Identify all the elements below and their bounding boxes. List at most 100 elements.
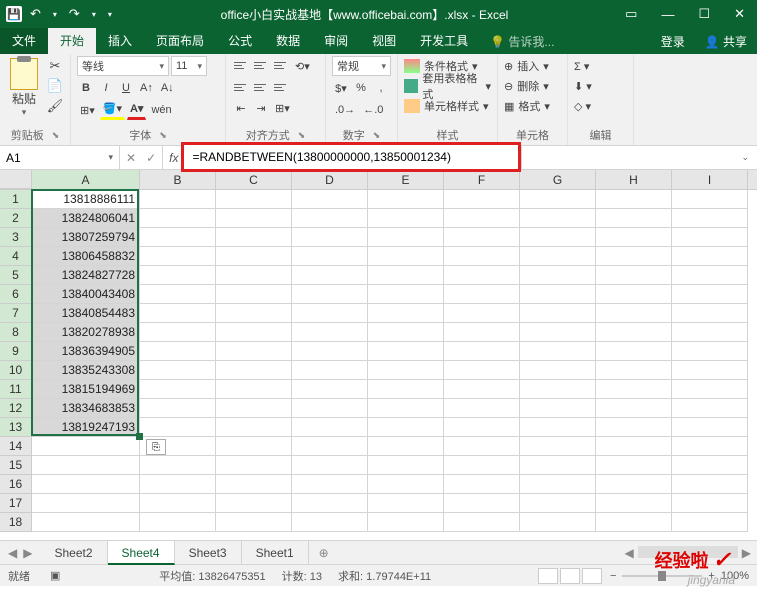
cell-I13[interactable] bbox=[672, 418, 748, 437]
cell-E5[interactable] bbox=[368, 266, 444, 285]
increase-font-button[interactable]: A↑ bbox=[137, 78, 156, 98]
cell-A7[interactable]: 13840854483 bbox=[32, 304, 140, 323]
cell-G9[interactable] bbox=[520, 342, 596, 361]
cell-E13[interactable] bbox=[368, 418, 444, 437]
redo-dropdown[interactable]: ▾ bbox=[88, 10, 100, 19]
zoom-out-button[interactable]: − bbox=[610, 570, 616, 582]
row-header-11[interactable]: 11 bbox=[0, 380, 32, 399]
cell-D11[interactable] bbox=[292, 380, 368, 399]
cell-B7[interactable] bbox=[140, 304, 216, 323]
select-all-corner[interactable] bbox=[0, 170, 32, 189]
sheet-tab-sheet4[interactable]: Sheet4 bbox=[108, 541, 175, 565]
cell-A18[interactable] bbox=[32, 513, 140, 532]
cell-D6[interactable] bbox=[292, 285, 368, 304]
cell-C17[interactable] bbox=[216, 494, 292, 513]
cell-B1[interactable] bbox=[140, 190, 216, 209]
login-button[interactable]: 登录 bbox=[651, 33, 695, 50]
cell-E3[interactable] bbox=[368, 228, 444, 247]
cell-E6[interactable] bbox=[368, 285, 444, 304]
sheet-tab-sheet2[interactable]: Sheet2 bbox=[40, 541, 107, 565]
border-button[interactable]: ⊞▾ bbox=[77, 100, 98, 120]
cell-D10[interactable] bbox=[292, 361, 368, 380]
cell-H7[interactable] bbox=[596, 304, 672, 323]
cell-H5[interactable] bbox=[596, 266, 672, 285]
cell-I15[interactable] bbox=[672, 456, 748, 475]
cell-E11[interactable] bbox=[368, 380, 444, 399]
cell-B3[interactable] bbox=[140, 228, 216, 247]
cell-G1[interactable] bbox=[520, 190, 596, 209]
col-header-F[interactable]: F bbox=[444, 170, 520, 189]
cell-I11[interactable] bbox=[672, 380, 748, 399]
cell-E15[interactable] bbox=[368, 456, 444, 475]
copy-icon[interactable]: 📄 bbox=[46, 78, 64, 94]
cell-F6[interactable] bbox=[444, 285, 520, 304]
cell-H16[interactable] bbox=[596, 475, 672, 494]
orientation-button[interactable]: ⟲▾ bbox=[292, 56, 313, 76]
cell-B17[interactable] bbox=[140, 494, 216, 513]
row-header-14[interactable]: 14 bbox=[0, 437, 32, 456]
cell-A5[interactable]: 13824827728 bbox=[32, 266, 140, 285]
cell-B11[interactable] bbox=[140, 380, 216, 399]
row-header-16[interactable]: 16 bbox=[0, 475, 32, 494]
cell-G10[interactable] bbox=[520, 361, 596, 380]
delete-cells-button[interactable]: ⊖ 删除 ▾ bbox=[504, 76, 561, 96]
cell-B5[interactable] bbox=[140, 266, 216, 285]
fill-handle[interactable] bbox=[136, 433, 143, 440]
cell-I2[interactable] bbox=[672, 209, 748, 228]
cell-A6[interactable]: 13840043408 bbox=[32, 285, 140, 304]
clear-button[interactable]: ◇ ▾ bbox=[574, 96, 627, 116]
align-bottom-button[interactable] bbox=[272, 56, 290, 74]
insert-cells-button[interactable]: ⊕ 插入 ▾ bbox=[504, 56, 561, 76]
cell-C7[interactable] bbox=[216, 304, 292, 323]
cell-A10[interactable]: 13835243308 bbox=[32, 361, 140, 380]
sheet-tab-sheet1[interactable]: Sheet1 bbox=[242, 541, 309, 565]
cell-F5[interactable] bbox=[444, 266, 520, 285]
cell-D4[interactable] bbox=[292, 247, 368, 266]
tab-data[interactable]: 数据 bbox=[264, 28, 312, 54]
cut-icon[interactable]: ✂ bbox=[46, 58, 64, 74]
cell-C4[interactable] bbox=[216, 247, 292, 266]
align-left-button[interactable] bbox=[232, 78, 250, 96]
cell-B2[interactable] bbox=[140, 209, 216, 228]
cell-E1[interactable] bbox=[368, 190, 444, 209]
maximize-icon[interactable]: ☐ bbox=[686, 6, 722, 22]
formula-bar[interactable]: =RANDBETWEEN(13800000000,13850001234) bbox=[181, 142, 521, 172]
cell-A4[interactable]: 13806458832 bbox=[32, 247, 140, 266]
cell-H6[interactable] bbox=[596, 285, 672, 304]
cell-H18[interactable] bbox=[596, 513, 672, 532]
col-header-H[interactable]: H bbox=[596, 170, 672, 189]
cell-D17[interactable] bbox=[292, 494, 368, 513]
clipboard-launcher[interactable]: ⬊ bbox=[52, 130, 60, 141]
cell-B6[interactable] bbox=[140, 285, 216, 304]
undo-icon[interactable]: ↶ bbox=[26, 6, 45, 22]
cell-F11[interactable] bbox=[444, 380, 520, 399]
cell-H4[interactable] bbox=[596, 247, 672, 266]
font-launcher[interactable]: ⬊ bbox=[159, 130, 167, 141]
add-sheet-button[interactable]: ⊕ bbox=[309, 546, 339, 560]
autosum-button[interactable]: Σ ▾ bbox=[574, 56, 627, 76]
cell-E12[interactable] bbox=[368, 399, 444, 418]
cell-G14[interactable] bbox=[520, 437, 596, 456]
cell-D5[interactable] bbox=[292, 266, 368, 285]
cell-D18[interactable] bbox=[292, 513, 368, 532]
cell-C18[interactable] bbox=[216, 513, 292, 532]
row-header-18[interactable]: 18 bbox=[0, 513, 32, 532]
tell-me[interactable]: 💡 告诉我... bbox=[480, 33, 651, 50]
col-header-A[interactable]: A bbox=[32, 170, 140, 189]
underline-button[interactable]: U bbox=[117, 78, 135, 98]
sheet-tab-sheet3[interactable]: Sheet3 bbox=[175, 541, 242, 565]
cell-E17[interactable] bbox=[368, 494, 444, 513]
row-header-10[interactable]: 10 bbox=[0, 361, 32, 380]
table-format-button[interactable]: 套用表格格式 ▾ bbox=[404, 76, 491, 96]
cell-F8[interactable] bbox=[444, 323, 520, 342]
row-header-1[interactable]: 1 bbox=[0, 190, 32, 209]
col-header-G[interactable]: G bbox=[520, 170, 596, 189]
cell-G13[interactable] bbox=[520, 418, 596, 437]
cell-D13[interactable] bbox=[292, 418, 368, 437]
cell-H3[interactable] bbox=[596, 228, 672, 247]
font-size-select[interactable]: 11▾ bbox=[171, 56, 207, 76]
cell-B10[interactable] bbox=[140, 361, 216, 380]
cell-C11[interactable] bbox=[216, 380, 292, 399]
cell-G2[interactable] bbox=[520, 209, 596, 228]
cell-H9[interactable] bbox=[596, 342, 672, 361]
